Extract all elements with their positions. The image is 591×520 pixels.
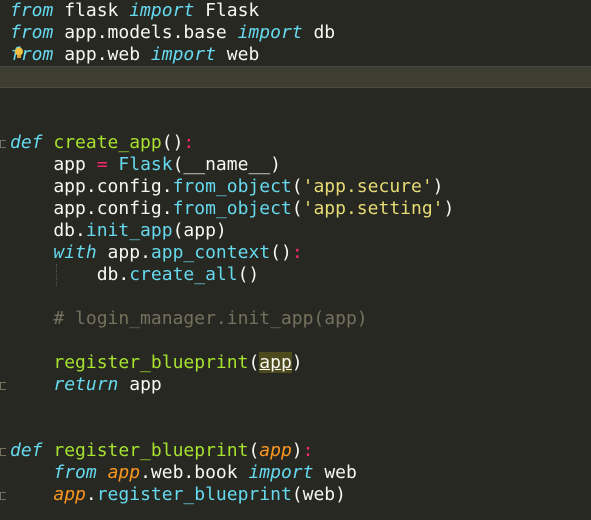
operator: = <box>96 154 108 175</box>
code-line-with-context[interactable]: with app.app_context(): <box>0 242 591 264</box>
dot: . <box>85 484 97 505</box>
code-line-db-init[interactable]: db.init_app(app) <box>0 220 591 242</box>
object: app. <box>96 242 151 263</box>
with-keyword: with <box>53 242 97 263</box>
close-paren: ) <box>432 176 444 197</box>
object: db. <box>10 220 86 241</box>
highlighted-argument[interactable]: app <box>259 352 292 373</box>
code-line-blank[interactable] <box>0 330 591 352</box>
close-paren: ) <box>291 352 303 373</box>
close-paren: ) <box>270 154 281 175</box>
def-keyword: def <box>10 132 43 153</box>
import-name: db <box>302 22 336 43</box>
function-call: register_blueprint <box>53 352 249 373</box>
close-paren: ) <box>291 440 303 461</box>
parameter-ref: app <box>107 462 141 483</box>
function-name: create_app <box>53 132 162 153</box>
code-line-5[interactable] <box>0 88 591 110</box>
method-name: init_app <box>85 220 173 241</box>
arguments: (app) <box>172 220 227 241</box>
parens: () <box>270 242 292 263</box>
code-line-comment[interactable]: # login_manager.init_app(app) <box>0 308 591 330</box>
return-value: app <box>118 374 162 395</box>
code-line-blank[interactable] <box>0 418 591 440</box>
import-keyword: import <box>248 462 314 483</box>
import-name: web <box>313 462 357 483</box>
function-name: register_blueprint <box>53 440 249 461</box>
keyword: from <box>10 22 54 43</box>
open-paren: ( <box>291 176 303 197</box>
dunder-name: __name__ <box>183 154 271 175</box>
code-line-local-import[interactable]: from app.web.book import web <box>0 462 591 484</box>
object: app.config. <box>10 176 173 197</box>
module-name: app.models.base <box>53 22 238 43</box>
object: app.config. <box>10 198 173 219</box>
class-name: Flask <box>118 154 173 175</box>
return-keyword: return <box>53 374 119 395</box>
code-line-return[interactable]: return app <box>0 374 591 396</box>
open-paren: ( <box>291 198 303 219</box>
colon: : <box>302 440 314 461</box>
code-line-config-secure[interactable]: app.config.from_object('app.secure') <box>0 176 591 198</box>
code-line-config-setting[interactable]: app.config.from_object('app.setting') <box>0 198 591 220</box>
keyword: import <box>150 44 216 65</box>
code-line-app-flask[interactable]: app = Flask(__name__) <box>0 154 591 176</box>
code-line-3[interactable]: from app.web import web <box>0 44 591 66</box>
keyword: import <box>237 22 303 43</box>
code-line-blank[interactable] <box>0 286 591 308</box>
close-paren: ) <box>443 198 455 219</box>
open-paren: ( <box>248 352 260 373</box>
code-line-def-create-app[interactable]: def create_app(): <box>0 132 591 154</box>
colon: : <box>291 242 303 263</box>
method-name: register_blueprint <box>96 484 292 505</box>
code-line-create-all[interactable]: db.create_all() <box>0 264 591 286</box>
module-name: app.web <box>53 44 151 65</box>
method-name: from_object <box>172 176 292 197</box>
method-name: from_object <box>172 198 292 219</box>
code-line-register-web[interactable]: app.register_blueprint(web) <box>0 484 591 506</box>
parens: () <box>237 264 260 285</box>
def-keyword: def <box>10 440 43 461</box>
method-name: create_all <box>129 264 238 285</box>
code-line-1[interactable]: from flask import Flask <box>0 0 591 22</box>
code-line-register-call[interactable]: register_blueprint(app) <box>0 352 591 374</box>
code-line-6-empty[interactable] <box>0 110 591 132</box>
method-name: app_context <box>150 242 271 263</box>
module-name: flask <box>53 0 130 21</box>
from-keyword: from <box>53 462 97 483</box>
string-literal: 'app.secure' <box>302 176 433 197</box>
lightbulb-icon[interactable] <box>14 47 24 59</box>
arguments: (web) <box>291 484 346 505</box>
colon: : <box>183 132 195 153</box>
comment: # login_manager.init_app(app) <box>10 308 368 329</box>
parameter-ref: app <box>53 484 86 505</box>
parens: () <box>161 132 184 153</box>
code-line-def-register[interactable]: def register_blueprint(app): <box>0 440 591 462</box>
variable: app <box>10 154 97 175</box>
code-line-2[interactable]: from app.models.base import db <box>0 22 591 44</box>
string-literal: 'app.setting' <box>302 198 444 219</box>
keyword: import <box>129 0 195 21</box>
open-paren: ( <box>248 440 260 461</box>
object: db. <box>10 264 130 285</box>
module-path: .web.book <box>140 462 249 483</box>
code-line-blank[interactable] <box>0 396 591 418</box>
import-name: Flask <box>194 0 260 21</box>
parameter: app <box>259 440 292 461</box>
code-editor[interactable]: from flask import Flask from app.models.… <box>0 0 591 520</box>
keyword: from <box>10 0 54 21</box>
import-name: web <box>215 44 260 65</box>
open-paren: ( <box>172 154 184 175</box>
current-line-highlight[interactable] <box>0 66 591 88</box>
